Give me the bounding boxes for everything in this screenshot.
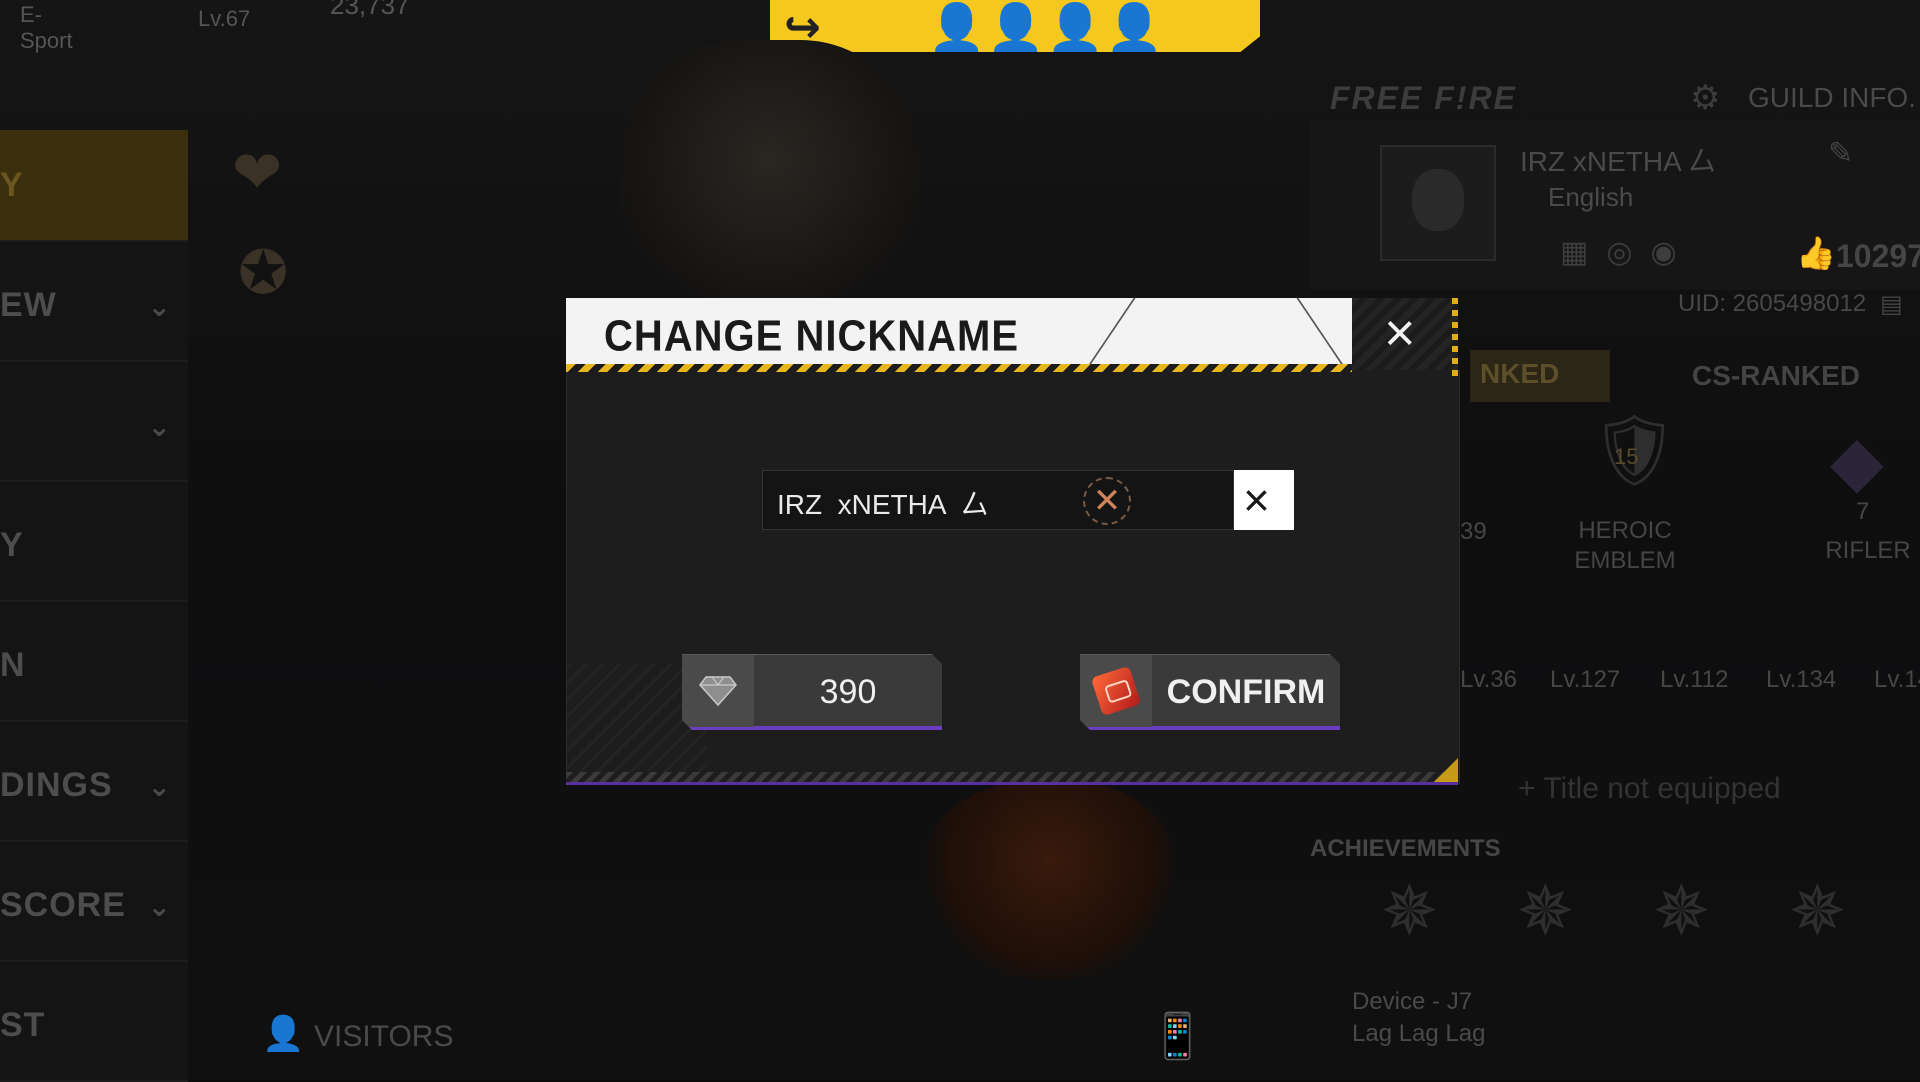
device-line: Lag Lag Lag: [1352, 1020, 1486, 1047]
modal-bottom-stripe: [566, 772, 1458, 782]
guild-icon: ⚙: [1690, 79, 1721, 117]
confirm-button[interactable]: CONFIRM: [1080, 654, 1340, 730]
device-line: Device - J7: [1352, 988, 1473, 1015]
player-stat: 23,737: [330, 0, 410, 20]
avatar[interactable]: [1380, 145, 1496, 261]
modal-corner: [1434, 758, 1458, 782]
rotate-phone-icon[interactable]: 📱: [1150, 1010, 1205, 1062]
left-nav: Y EW ⌄ ⌄ Y N DINGS ⌄ SCORE ⌄ ST: [0, 130, 188, 1082]
nickname-input[interactable]: IRZ xNETHA 厶 ✕: [762, 470, 1234, 530]
device-info: Device - J7 Lag Lag Lag: [1352, 986, 1485, 1050]
nav-item-label: ST: [0, 1006, 46, 1044]
nav-item-5[interactable]: N: [0, 610, 188, 722]
achievement-icon[interactable]: ✵: [1380, 870, 1439, 952]
modal-title: CHANGE NICKNAME: [604, 311, 1019, 361]
price-value: 390: [819, 673, 877, 711]
partial-level: 39: [1460, 518, 1487, 545]
pet-level: Lv.36: [1460, 666, 1517, 693]
achievement-icon[interactable]: ✵: [1652, 870, 1711, 952]
pet-silhouette: [920, 780, 1180, 980]
name-change-card-icon: [1091, 666, 1141, 716]
close-button[interactable]: ×: [1352, 298, 1458, 370]
header-stripe: [566, 364, 1352, 372]
title-slot[interactable]: + Title not equipped: [1518, 772, 1781, 806]
clear-icon[interactable]: ×: [1243, 473, 1270, 527]
pay-diamonds-button[interactable]: 390: [682, 654, 942, 730]
modal-bottom-line: [566, 782, 1458, 785]
edit-icon[interactable]: ✎: [1828, 136, 1853, 171]
pet-level: Lv.127: [1550, 666, 1621, 693]
squad-members-icon: 👤👤👤👤: [928, 1, 1166, 53]
nav-item-label: EW: [0, 286, 57, 324]
chevron-down-icon: ⌄: [147, 291, 172, 322]
confirm-icon-slot: [1080, 655, 1152, 727]
like-icon: 👍: [1796, 235, 1836, 271]
nav-item-label: Y: [0, 526, 24, 564]
achievement-icon[interactable]: ✵: [1788, 870, 1847, 952]
chevron-down-icon: ⌄: [147, 891, 172, 922]
diamond-icon: [698, 669, 738, 709]
uid-text: UID: 2605498012: [1678, 290, 1867, 317]
pet-level: Lv.112: [1660, 666, 1729, 693]
nav-item-label: DINGS: [0, 766, 113, 804]
heart-badge-icon: ❤: [232, 139, 283, 206]
nav-item-4[interactable]: Y: [0, 490, 188, 602]
achievement-icon[interactable]: ✵: [1516, 870, 1575, 952]
nav-item-3[interactable]: ⌄: [0, 370, 188, 482]
nav-item-label: Y: [0, 166, 24, 204]
likes-count: 10297: [1836, 238, 1920, 274]
visitor-icon: 👤: [262, 1015, 305, 1053]
star-badge-icon: ✪: [238, 239, 289, 306]
nickname-value[interactable]: IRZ xNETHA 厶: [777, 483, 989, 523]
achievements-label: ACHIEVEMENTS: [1310, 835, 1501, 862]
badge-label: HEROIC EMBLEM: [1574, 517, 1676, 574]
character-silhouette: [620, 40, 920, 340]
emblem-number: 7: [1856, 498, 1870, 525]
modal-edge-stripe: [1452, 298, 1458, 380]
visitors-label[interactable]: VISITORS: [314, 1020, 453, 1054]
confirm-label: CONFIRM: [1166, 673, 1326, 711]
price-icon-slot: [682, 655, 754, 727]
copy-icon[interactable]: ▤: [1880, 290, 1903, 319]
player-level: Lv.67: [198, 6, 251, 31]
nav-item-7[interactable]: SCORE ⌄: [0, 850, 188, 962]
cursor-mark-icon: ✕: [1083, 477, 1131, 525]
game-logo: FREE F!RE: [1330, 80, 1517, 116]
esport-label: E-Sport: [20, 2, 73, 53]
profile-language: English: [1548, 182, 1634, 212]
pet-level: Lv.134: [1766, 666, 1837, 693]
emblem-number: 15: [1614, 444, 1639, 469]
nav-item-1[interactable]: Y: [0, 130, 188, 242]
chevron-down-icon: ⌄: [147, 411, 172, 442]
squad-bar[interactable]: ↪ 👤👤👤👤: [770, 0, 1260, 52]
profile-social-icons: ▦◎◉: [1560, 236, 1695, 269]
guild-info-button[interactable]: GUILD INFO.: [1748, 82, 1916, 114]
nav-item-8[interactable]: ST: [0, 970, 188, 1082]
tab-cs-ranked[interactable]: CS-RANKED: [1692, 360, 1860, 392]
rifler-emblem-icon: ◆: [1830, 422, 1884, 500]
profile-name: IRZ xNETHA 厶: [1520, 146, 1717, 177]
nav-item-6[interactable]: DINGS ⌄: [0, 730, 188, 842]
nav-item-label: N: [0, 646, 26, 684]
nav-item-2[interactable]: EW ⌄: [0, 250, 188, 362]
chevron-down-icon: ⌄: [147, 771, 172, 802]
tab-ranked[interactable]: NKED: [1470, 350, 1610, 402]
nav-item-label: SCORE: [0, 886, 126, 924]
badge-label: RIFLER: [1825, 537, 1911, 564]
clear-input-button[interactable]: ×: [1234, 470, 1294, 530]
pet-level: Lv.14: [1874, 666, 1920, 693]
close-icon[interactable]: ×: [1384, 306, 1416, 360]
